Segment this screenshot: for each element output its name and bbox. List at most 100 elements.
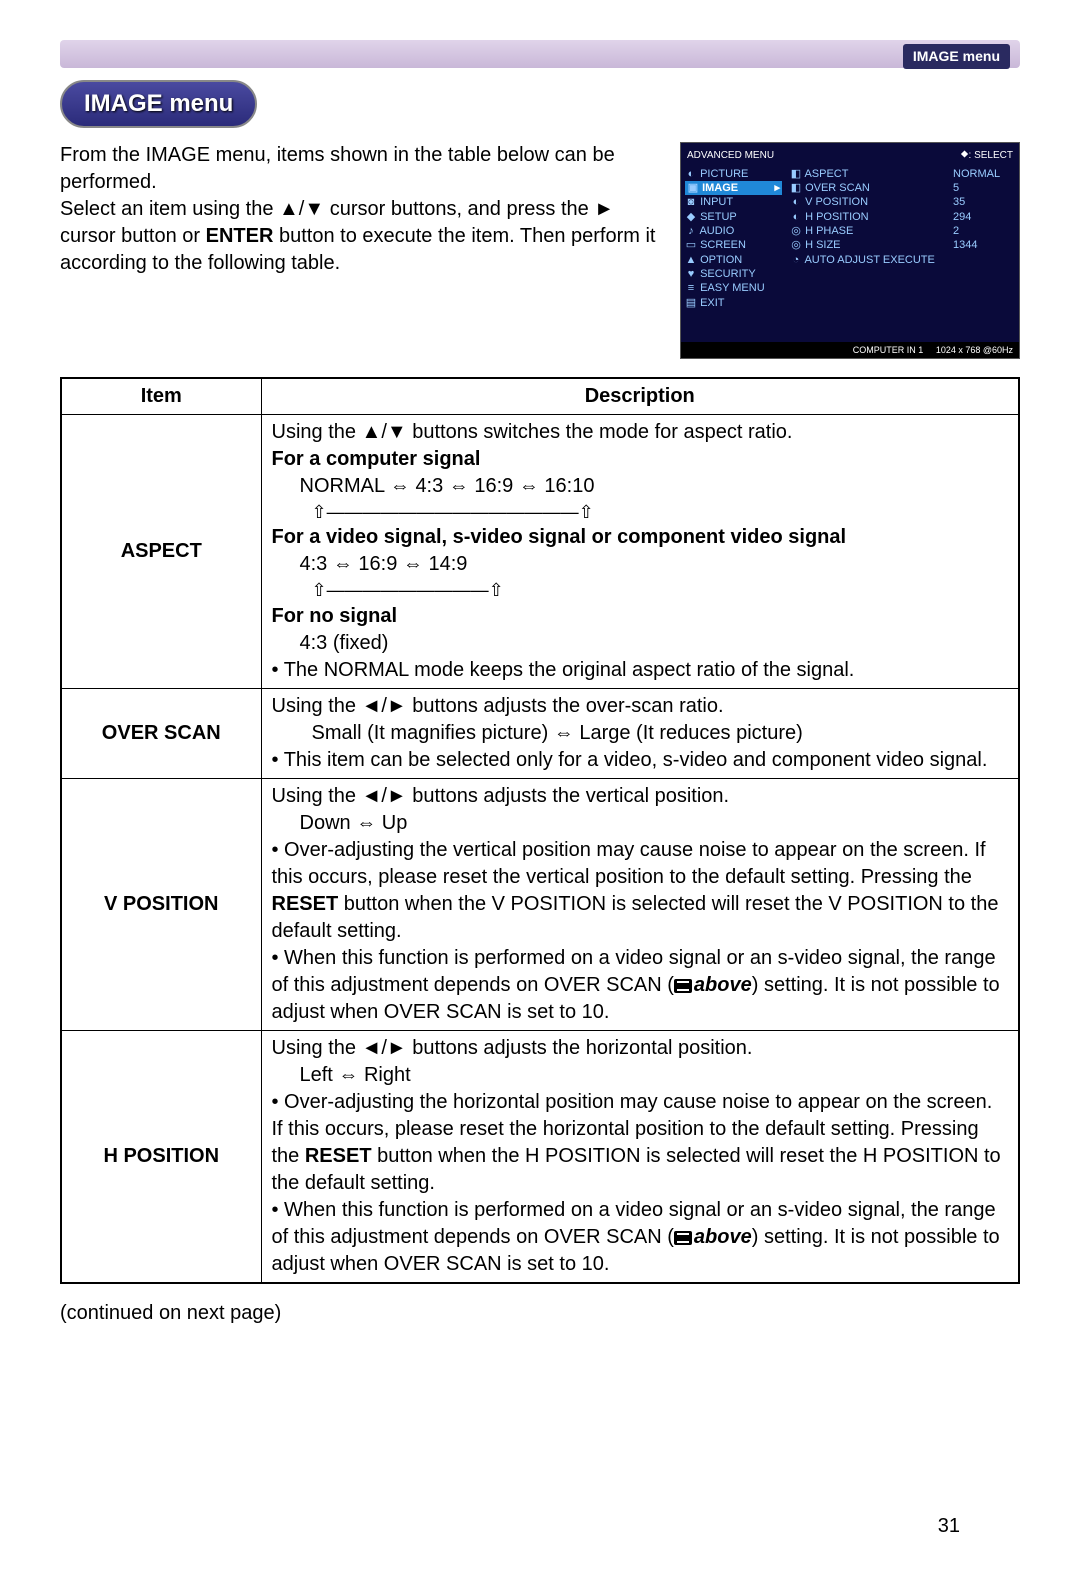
desc-values: 4:3 ⇔ 16:9 ⇔ 14:9 — [300, 551, 1009, 578]
desc-line: Using the ◄/► buttons adjusts the over-s… — [272, 693, 1009, 720]
desc-line: Using the ◄/► buttons adjusts the horizo… — [272, 1035, 1009, 1062]
osd-left-item-selected: IMAGE — [702, 182, 738, 194]
osd-mid-item: H SIZE — [805, 239, 840, 251]
desc-note: • This item can be selected only for a v… — [272, 747, 1009, 774]
osd-left-item: EXIT — [700, 297, 724, 309]
item-overscan: OVER SCAN — [61, 688, 261, 778]
item-aspect: ASPECT — [61, 415, 261, 689]
osd-icon: ◧ — [790, 181, 802, 195]
osd-mid-item: OVER SCAN — [805, 182, 870, 194]
desc-values: Left ⇔ Right — [300, 1062, 1009, 1089]
note-c: button when the H POSITION is selected w… — [272, 1145, 1001, 1194]
manual-ref-text: above — [694, 1226, 752, 1248]
osd-icon: ♪ — [685, 224, 697, 238]
intro-p1: From the IMAGE menu, items shown in the … — [60, 142, 660, 196]
osd-icon: ◐ — [685, 167, 697, 181]
osd-icon: ◎ — [790, 224, 802, 238]
osd-left-item: INPUT — [700, 196, 733, 208]
osd-screenshot: ADVANCED MENU ⯁: SELECT ◐ PICTURE ▣ IMAG… — [680, 142, 1020, 359]
osd-icon: ◙ — [685, 195, 697, 209]
menu-table: Item Description ASPECT Using the ▲/▼ bu… — [60, 377, 1020, 1284]
desc-overscan: Using the ◄/► buttons adjusts the over-s… — [261, 688, 1019, 778]
osd-value: NORMAL — [953, 167, 1015, 181]
header-badge: IMAGE menu — [903, 44, 1010, 69]
osd-mid-item: ASPECT — [804, 168, 848, 180]
osd-left-item: SECURITY — [700, 268, 756, 280]
osd-right-column: NORMAL 5 35 294 2 1344 — [949, 165, 1019, 312]
osd-header-right: ⯁: SELECT — [961, 149, 1013, 163]
manual-ref-icon — [674, 1231, 692, 1245]
desc-line: Using the ▲/▼ buttons switches the mode … — [272, 419, 1009, 446]
osd-value: 2 — [953, 224, 1015, 238]
osd-left-item: OPTION — [700, 254, 742, 266]
table-row: OVER SCAN Using the ◄/► buttons adjusts … — [61, 688, 1019, 778]
osd-value: 5 — [953, 181, 1015, 195]
reset-label: RESET — [272, 893, 339, 915]
header-stripe: IMAGE menu — [60, 40, 1020, 68]
osd-icon: ◎ — [790, 238, 802, 252]
continued-note: (continued on next page) — [60, 1300, 1020, 1327]
desc-note: • When this function is performed on a v… — [272, 945, 1009, 1026]
desc-vposition: Using the ◄/► buttons adjusts the vertic… — [261, 778, 1019, 1030]
col-desc-header: Description — [261, 378, 1019, 415]
desc-note: • Over-adjusting the vertical position m… — [272, 837, 1009, 945]
enter-label: ENTER — [206, 225, 274, 247]
osd-footer-left: COMPUTER IN 1 — [853, 345, 924, 355]
section-title-pill: IMAGE menu — [60, 80, 257, 128]
item-hposition: H POSITION — [61, 1030, 261, 1283]
table-row: H POSITION Using the ◄/► buttons adjusts… — [61, 1030, 1019, 1283]
note-c: button when the V POSITION is selected w… — [272, 893, 999, 942]
osd-header-left: ADVANCED MENU — [687, 149, 774, 163]
osd-mid-column: ◧ ASPECT ◧ OVER SCAN ◐ V POSITION ◐ H PO… — [786, 165, 949, 312]
osd-left-item: PICTURE — [700, 168, 748, 180]
osd-icon: ◐ — [790, 210, 802, 224]
osd-icon: ▲ — [685, 253, 697, 267]
osd-value: 294 — [953, 210, 1015, 224]
desc-arrows: ⇧―――――――――⇧ — [312, 578, 1009, 602]
osd-mid-item: V POSITION — [805, 196, 868, 208]
desc-line: Using the ◄/► buttons adjusts the vertic… — [272, 783, 1009, 810]
desc-values: 4:3 (fixed) — [300, 630, 1009, 657]
intro-p2: Select an item using the ▲/▼ cursor butt… — [60, 196, 660, 277]
table-row: ASPECT Using the ▲/▼ buttons switches th… — [61, 415, 1019, 689]
osd-left-item: EASY MENU — [700, 282, 765, 294]
note-a: • Over-adjusting the vertical position m… — [272, 839, 986, 888]
osd-mid-item: H PHASE — [805, 225, 853, 237]
col-item-header: Item — [61, 378, 261, 415]
osd-left-item: SETUP — [700, 211, 737, 223]
osd-icon: ▤ — [685, 296, 697, 310]
osd-left-column: ◐ PICTURE ▣ IMAGE ▸ ◙ INPUT ◆ SETUP ♪ AU… — [681, 165, 786, 312]
desc-aspect: Using the ▲/▼ buttons switches the mode … — [261, 415, 1019, 689]
desc-values: Down ⇔ Up — [300, 810, 1009, 837]
osd-icon: ◐ — [790, 195, 802, 209]
osd-icon: ▭ — [685, 238, 697, 252]
desc-note: • When this function is performed on a v… — [272, 1197, 1009, 1278]
osd-mid-item: AUTO ADJUST EXECUTE — [804, 254, 934, 266]
desc-arrows: ⇧――――――――――――――⇧ — [312, 500, 1009, 524]
manual-ref-text: above — [694, 974, 752, 996]
osd-value: 35 — [953, 195, 1015, 209]
desc-hposition: Using the ◄/► buttons adjusts the horizo… — [261, 1030, 1019, 1283]
desc-note: • Over-adjusting the horizontal position… — [272, 1089, 1009, 1197]
osd-icon: ♥ — [685, 267, 697, 281]
osd-icon: ≡ — [685, 281, 697, 295]
desc-heading: For no signal — [272, 603, 1009, 630]
manual-ref-icon — [674, 979, 692, 993]
osd-mid-item: H POSITION — [805, 211, 869, 223]
osd-icon: ◧ — [790, 167, 802, 181]
desc-heading: For a computer signal — [272, 446, 1009, 473]
table-row: V POSITION Using the ◄/► buttons adjusts… — [61, 778, 1019, 1030]
osd-left-item: AUDIO — [699, 225, 734, 237]
osd-value: 1344 — [953, 238, 1015, 252]
desc-values: Small (It magnifies picture) ⇔ Large (It… — [312, 720, 1009, 747]
item-vposition: V POSITION — [61, 778, 261, 1030]
intro-text: From the IMAGE menu, items shown in the … — [60, 142, 660, 277]
osd-icon: ▣ — [687, 181, 699, 195]
desc-note: • The NORMAL mode keeps the original asp… — [272, 657, 1009, 684]
osd-footer-right: 1024 x 768 @60Hz — [936, 345, 1013, 355]
osd-left-item: SCREEN — [700, 239, 746, 251]
desc-values: NORMAL ⇔ 4:3 ⇔ 16:9 ⇔ 16:10 — [300, 473, 1009, 500]
reset-label: RESET — [305, 1145, 372, 1167]
page-number: 31 — [938, 1513, 960, 1540]
osd-icon: ◆ — [685, 210, 697, 224]
